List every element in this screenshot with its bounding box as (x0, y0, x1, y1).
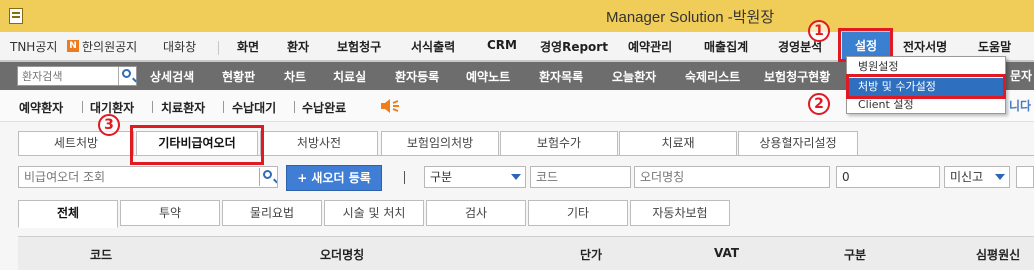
column-hira-report[interactable]: 심평원신 (976, 246, 1020, 263)
patient-search-input[interactable] (18, 67, 116, 85)
column-category[interactable]: 구분 (844, 246, 866, 263)
menu-tnh-notice[interactable]: TNH공지 (10, 38, 57, 55)
tab-treatment-material[interactable]: 치료재 (619, 131, 737, 156)
code-input[interactable] (536, 170, 625, 184)
order-search-button[interactable] (259, 168, 277, 186)
patient-search-button[interactable] (118, 67, 136, 85)
subtab-all[interactable]: 전체 (18, 200, 118, 228)
tab-insurance-custom-prescription[interactable]: 보험임의처방 (381, 131, 499, 156)
new-badge: N (67, 38, 79, 52)
filter-divider (404, 171, 405, 184)
menu-clinic-notice[interactable]: 한의원공지 (82, 38, 137, 55)
column-vat[interactable]: VAT (714, 246, 739, 260)
new-order-button[interactable]: + 새오더 등록 (286, 165, 382, 191)
submenu-today-patients[interactable]: 오늘환자 (612, 68, 656, 85)
status-select[interactable]: 미신고 (944, 166, 1010, 188)
order-name-input[interactable] (640, 170, 824, 184)
extra-filter-field[interactable] (1016, 166, 1034, 188)
menu-divider (218, 41, 219, 55)
submenu-claim-status[interactable]: 보험청구현황 (764, 68, 830, 85)
submenu-patient-register[interactable]: 환자등록 (395, 68, 439, 85)
reception-waiting[interactable]: 대기환자 (90, 99, 134, 116)
column-order-name[interactable]: 오더명칭 (320, 246, 364, 263)
subtab-auto-insurance[interactable]: 자동차보험 (630, 200, 730, 226)
app-icon (9, 8, 23, 24)
order-table-header: 코드 오더명칭 단가 VAT 구분 심평원신 (18, 236, 1034, 270)
menu-help[interactable]: 도움말 (978, 38, 1011, 55)
submenu-reservation-note[interactable]: 예약노트 (466, 68, 510, 85)
reception-divider (152, 101, 153, 113)
menu-screen[interactable]: 화면 (237, 38, 259, 55)
reception-divider (82, 101, 83, 113)
submenu-sms-cut[interactable]: 문자 (1010, 67, 1032, 84)
tab-insurance-fee[interactable]: 보험수가 (500, 131, 618, 156)
prescription-settings-highlight (846, 74, 1006, 99)
order-search-box (18, 166, 278, 188)
status-select-value: 미신고 (950, 170, 984, 184)
menu-reservation[interactable]: 예약관리 (628, 38, 672, 55)
submenu-detail-search[interactable]: 상세검색 (150, 68, 194, 85)
amount-value: 0 (842, 170, 850, 184)
subtab-physical-therapy[interactable]: 물리요법 (222, 200, 322, 226)
menu-chat[interactable]: 대화창 (163, 38, 196, 55)
window-title: Manager Solution -박원장 (606, 9, 775, 26)
tab-prescription-dictionary[interactable]: 처방사전 (260, 131, 378, 156)
chevron-down-icon (995, 174, 1005, 180)
tab-common-acupoint-settings[interactable]: 상용혈자리설정 (738, 131, 858, 156)
chevron-down-icon (511, 174, 521, 180)
submenu-status-board[interactable]: 현황판 (222, 68, 255, 85)
search-icon (122, 69, 131, 78)
non-covered-tab-highlight (130, 125, 264, 165)
reception-payment-waiting[interactable]: 수납대기 (232, 99, 276, 116)
menu-patient[interactable]: 환자 (287, 38, 309, 55)
step-1-marker: 1 (808, 20, 830, 42)
order-name-field[interactable] (634, 166, 830, 188)
tab-set-prescription[interactable]: 세트처방 (18, 131, 134, 156)
column-code[interactable]: 코드 (90, 246, 112, 263)
menu-crm[interactable]: CRM (487, 38, 517, 52)
speaker-icon[interactable] (380, 98, 404, 114)
amount-field[interactable]: 0 (836, 166, 940, 188)
menu-insurance-claim[interactable]: 보험청구 (337, 38, 381, 55)
submenu-chart[interactable]: 차트 (284, 68, 306, 85)
submenu-patient-list[interactable]: 환자목록 (539, 68, 583, 85)
subtab-exam[interactable]: 검사 (426, 200, 526, 226)
reception-divider (223, 101, 224, 113)
code-field[interactable] (530, 166, 631, 188)
menu-management-report[interactable]: 경영Report (540, 38, 608, 55)
column-unit-price[interactable]: 단가 (580, 246, 602, 263)
reception-divider (294, 101, 295, 113)
subtab-procedure[interactable]: 시술 및 처치 (324, 200, 424, 226)
menu-e-signature[interactable]: 전자서명 (903, 38, 947, 55)
notice-cut-text: 니다 (1009, 99, 1032, 113)
step-2-marker: 2 (808, 93, 830, 115)
submenu-homework-list[interactable]: 숙제리스트 (685, 68, 740, 85)
reception-payment-done[interactable]: 수납완료 (302, 99, 346, 116)
menu-form-print[interactable]: 서식출력 (411, 38, 455, 55)
reception-treating[interactable]: 치료환자 (161, 99, 205, 116)
submenu-treatment-room[interactable]: 치료실 (333, 68, 366, 85)
category-select-value: 구분 (430, 170, 453, 184)
menu-sales-summary[interactable]: 매출집계 (704, 38, 748, 55)
patient-search-box (17, 66, 137, 86)
reception-reserved[interactable]: 예약환자 (19, 99, 63, 116)
subtab-medication[interactable]: 투약 (120, 200, 220, 226)
order-search-input[interactable] (24, 170, 257, 184)
subtab-other[interactable]: 기타 (528, 200, 628, 226)
search-icon (263, 170, 272, 179)
step-3-marker: 3 (98, 114, 120, 136)
category-select[interactable]: 구분 (424, 166, 526, 188)
